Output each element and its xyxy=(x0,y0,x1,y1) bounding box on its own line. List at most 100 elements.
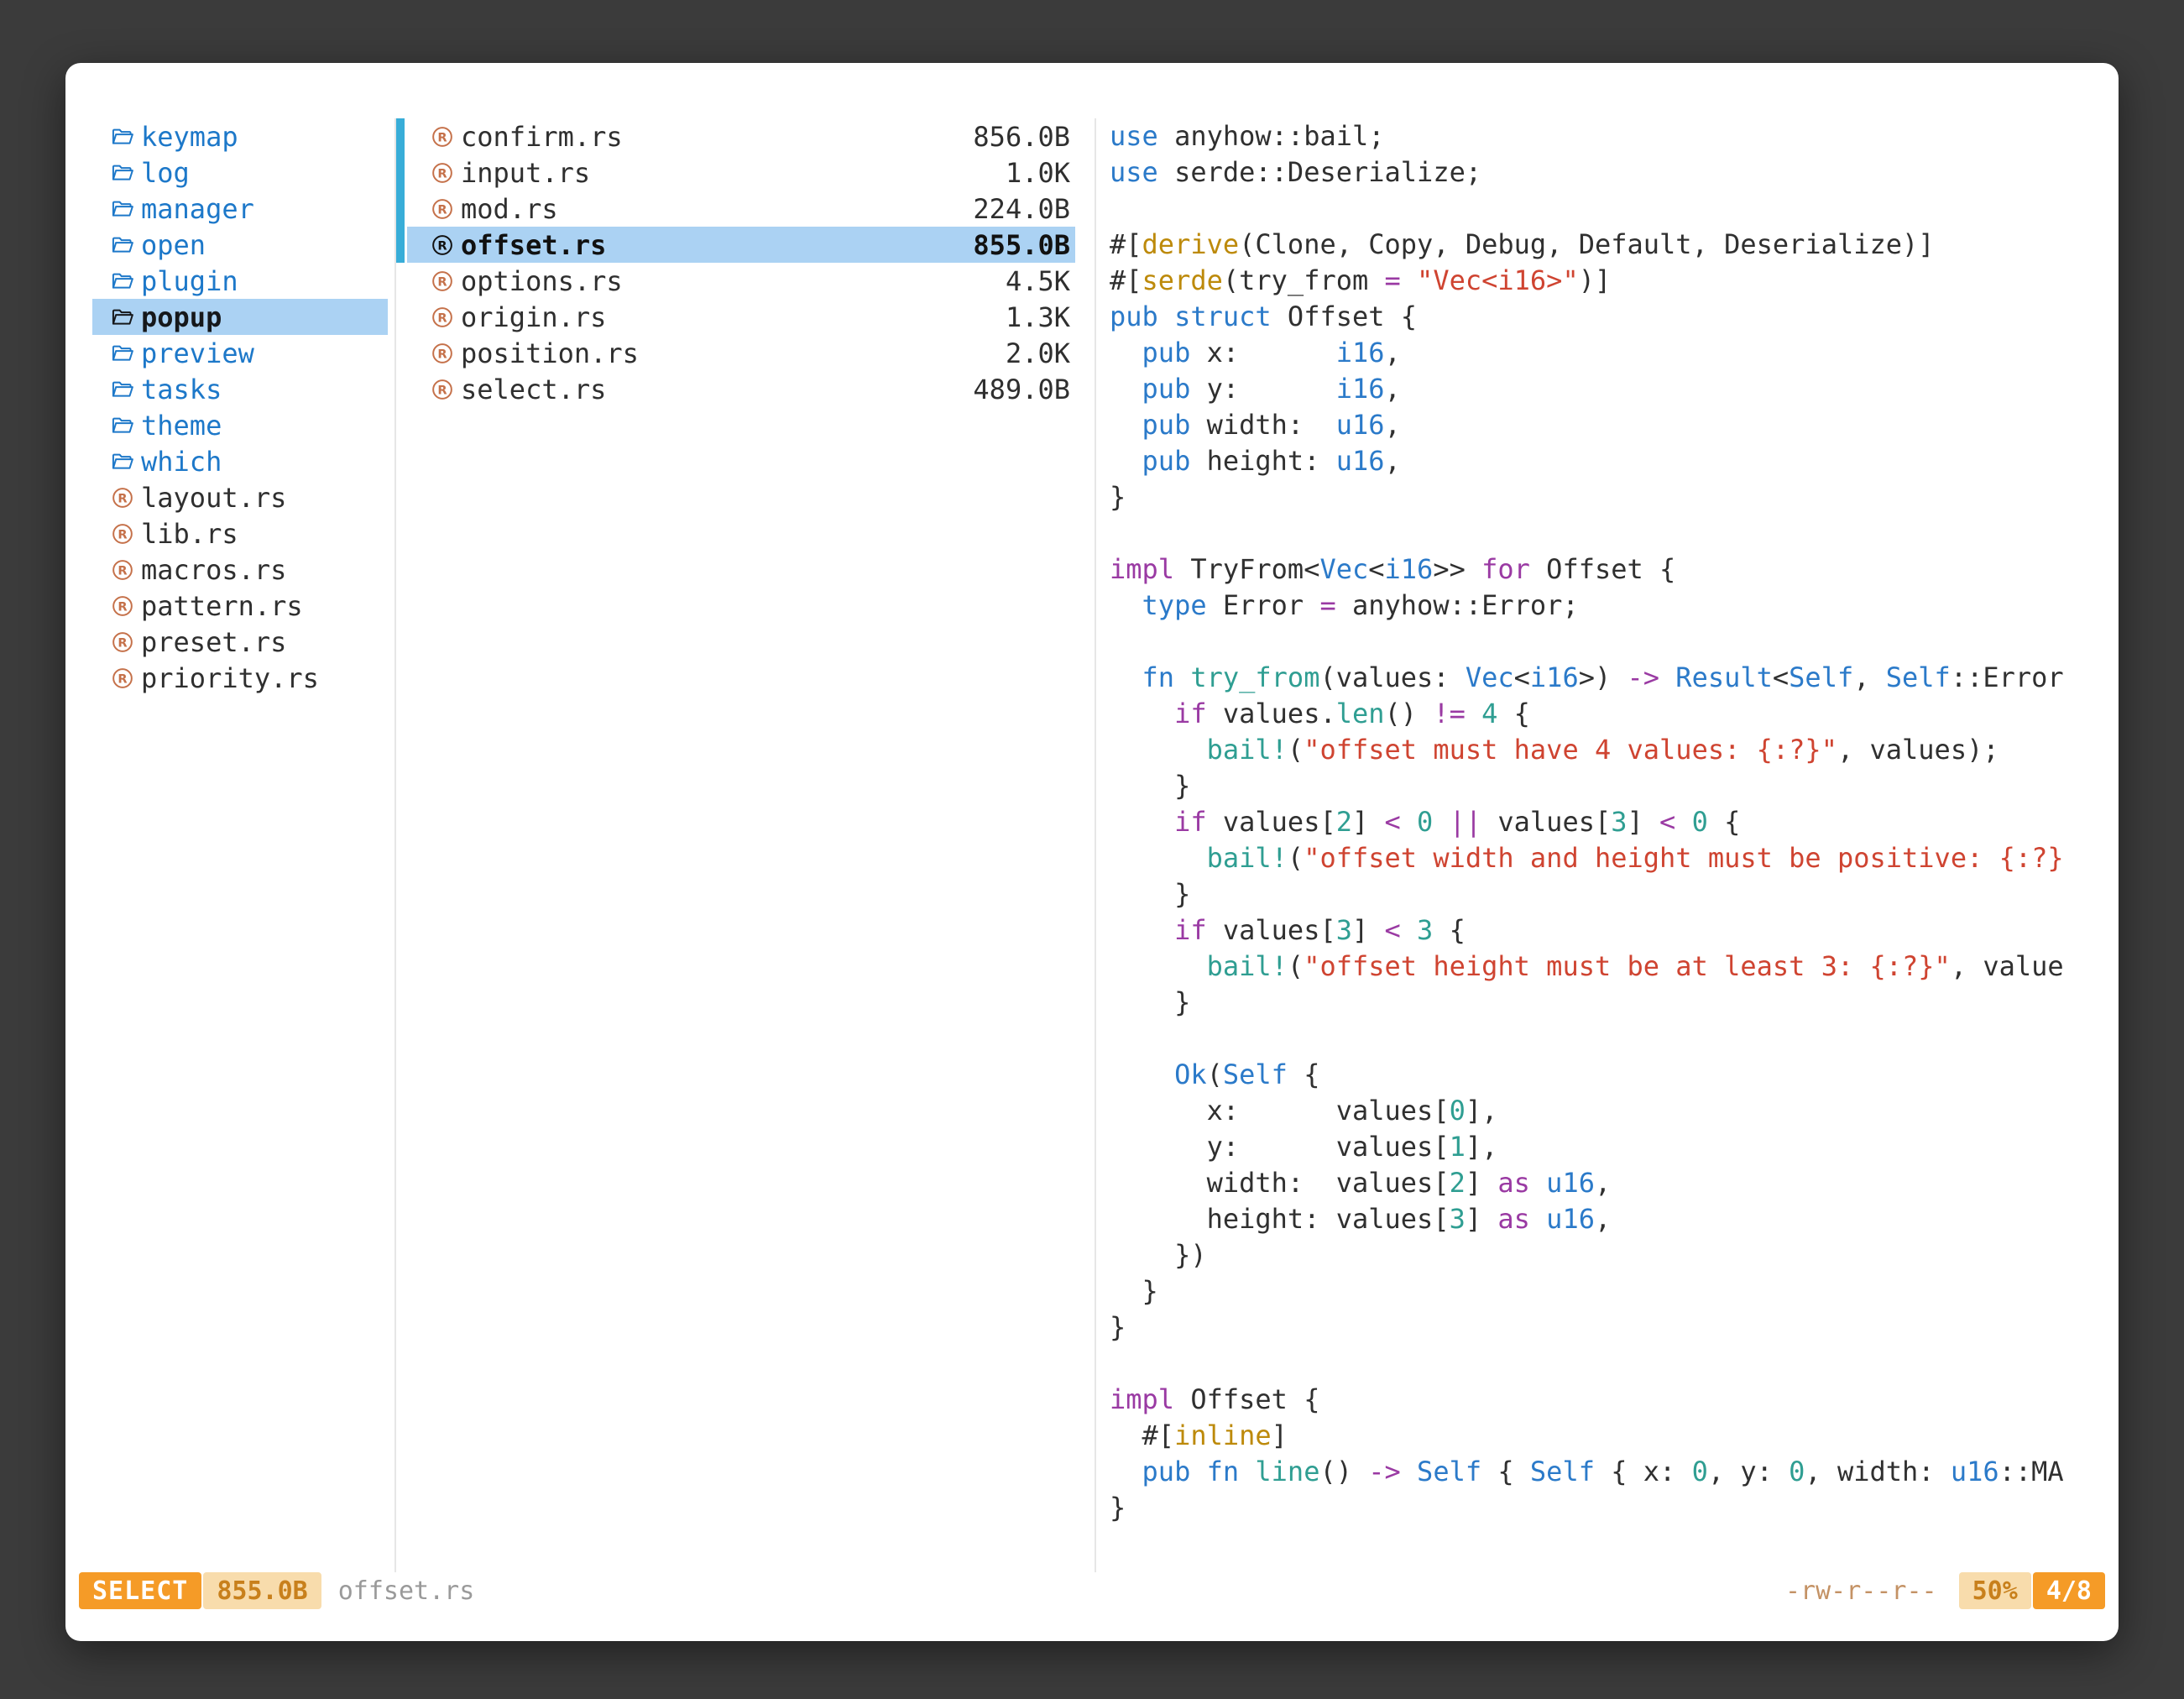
file-item-offset.rs[interactable]: Roffset.rs855.0B xyxy=(407,227,1075,263)
code-line: if values.len() != 4 { xyxy=(1110,696,2119,732)
folder-item-tasks[interactable]: tasks xyxy=(92,371,388,407)
mode-badge: SELECT xyxy=(79,1572,201,1609)
code-line: pub x: i16, xyxy=(1110,335,2119,371)
folder-item-popup[interactable]: popup xyxy=(92,299,388,335)
file-name: input.rs xyxy=(461,157,590,189)
folder-item-theme[interactable]: theme xyxy=(92,407,388,443)
file-size: 4.5K xyxy=(1006,265,1070,297)
file-item-options.rs[interactable]: Roptions.rs4.5K xyxy=(407,263,1075,299)
folder-item-open[interactable]: open xyxy=(92,227,388,263)
rust-file-icon: R xyxy=(111,630,134,654)
code-line: x: values[0], xyxy=(1110,1093,2119,1129)
file-item-origin.rs[interactable]: Rorigin.rs1.3K xyxy=(407,299,1075,335)
item-label: macros.rs xyxy=(141,554,286,586)
parent-directory-panel: keymaplogmanageropen plugin popup preview ta… xyxy=(65,118,394,1572)
item-label: theme xyxy=(141,410,222,442)
file-manager-window: keymaplogmanageropen plugin popup preview ta… xyxy=(65,63,2119,1641)
file-item-confirm.rs[interactable]: Rconfirm.rs856.0B xyxy=(407,118,1075,154)
svg-text:R: R xyxy=(118,599,127,614)
code-line: } xyxy=(1110,1273,2119,1310)
code-line: impl TryFrom<Vec<i16>> for Offset { xyxy=(1110,552,2119,588)
rust-file-icon: R xyxy=(431,125,454,149)
file-item-input.rs[interactable]: Rinput.rs1.0K xyxy=(407,154,1075,191)
folder-item-plugin[interactable]: plugin xyxy=(92,263,388,299)
code-line: #[inline] xyxy=(1110,1418,2119,1454)
item-label: open xyxy=(141,229,206,261)
folder-item-keymap[interactable]: keymap xyxy=(92,118,388,154)
code-line: pub y: i16, xyxy=(1110,371,2119,407)
folder-icon xyxy=(111,125,134,149)
folder-icon xyxy=(111,378,134,401)
file-item-mod.rs[interactable]: Rmod.rs224.0B xyxy=(407,191,1075,227)
code-line: pub height: u16, xyxy=(1110,443,2119,479)
cursor-position-badge: 4/8 xyxy=(2033,1572,2105,1609)
file-size: 1.3K xyxy=(1006,301,1070,333)
code-line: } xyxy=(1110,768,2119,804)
svg-text:R: R xyxy=(118,635,127,650)
folder-item-log[interactable]: log xyxy=(92,154,388,191)
file-item-layout.rs[interactable]: Rlayout.rs xyxy=(92,479,388,515)
status-filename: offset.rs xyxy=(338,1576,475,1606)
code-line: pub width: u16, xyxy=(1110,407,2119,443)
svg-text:R: R xyxy=(437,166,447,180)
code-line: if values[2] < 0 || values[3] < 0 { xyxy=(1110,804,2119,840)
folder-icon xyxy=(111,414,134,437)
file-name: position.rs xyxy=(461,337,639,369)
rust-file-icon: R xyxy=(431,197,454,221)
code-line xyxy=(1110,624,2119,660)
rust-file-icon: R xyxy=(431,342,454,365)
code-line: } xyxy=(1110,479,2119,515)
folder-icon xyxy=(111,233,134,257)
folder-icon xyxy=(111,342,134,365)
code-line: type Error = anyhow::Error; xyxy=(1110,588,2119,624)
svg-text:R: R xyxy=(118,672,127,686)
rust-file-icon: R xyxy=(431,306,454,329)
code-line: } xyxy=(1110,985,2119,1021)
rust-file-icon: R xyxy=(111,522,134,546)
file-name: confirm.rs xyxy=(461,121,623,153)
file-item-select.rs[interactable]: Rselect.rs489.0B xyxy=(407,371,1075,407)
scroll-percent-badge: 50% xyxy=(1959,1572,2031,1609)
item-label: preview xyxy=(141,337,254,369)
folder-item-manager[interactable]: manager xyxy=(92,191,388,227)
code-line: if values[3] < 3 { xyxy=(1110,912,2119,949)
file-item-position.rs[interactable]: Rposition.rs2.0K xyxy=(407,335,1075,371)
code-line: bail!("offset width and height must be p… xyxy=(1110,840,2119,876)
svg-text:R: R xyxy=(118,527,127,541)
code-line xyxy=(1110,1021,2119,1057)
svg-text:R: R xyxy=(437,202,447,217)
code-line: width: values[2] as u16, xyxy=(1110,1165,2119,1201)
file-permissions: -rw-r--r-- xyxy=(1785,1576,1937,1606)
folder-icon xyxy=(111,197,134,221)
folder-item-preview[interactable]: preview xyxy=(92,335,388,371)
code-line: bail!("offset height must be at least 3:… xyxy=(1110,949,2119,985)
rust-file-icon: R xyxy=(111,558,134,582)
code-line: } xyxy=(1110,876,2119,912)
rust-file-icon: R xyxy=(111,667,134,690)
rust-file-icon: R xyxy=(111,486,134,510)
folder-icon xyxy=(111,161,134,185)
code-line: } xyxy=(1110,1490,2119,1526)
code-line: Ok(Self { xyxy=(1110,1057,2119,1093)
file-name: options.rs xyxy=(461,265,623,297)
code-line: use anyhow::bail; xyxy=(1110,118,2119,154)
folder-item-which[interactable]: which xyxy=(92,443,388,479)
file-item-priority.rs[interactable]: Rpriority.rs xyxy=(92,660,388,696)
code-line: use serde::Deserialize; xyxy=(1110,154,2119,191)
code-line: height: values[3] as u16, xyxy=(1110,1201,2119,1237)
file-name: offset.rs xyxy=(461,229,606,261)
file-item-lib.rs[interactable]: Rlib.rs xyxy=(92,515,388,552)
rust-file-icon: R xyxy=(431,233,454,257)
code-line xyxy=(1110,1346,2119,1382)
item-label: popup xyxy=(141,301,222,333)
file-item-macros.rs[interactable]: Rmacros.rs xyxy=(92,552,388,588)
item-label: tasks xyxy=(141,374,222,405)
code-line: bail!("offset must have 4 values: {:?}",… xyxy=(1110,732,2119,768)
svg-text:R: R xyxy=(437,238,447,253)
file-item-preset.rs[interactable]: Rpreset.rs xyxy=(92,624,388,660)
file-name: select.rs xyxy=(461,374,606,405)
code-line: y: values[1], xyxy=(1110,1129,2119,1165)
item-label: plugin xyxy=(141,265,238,297)
file-item-pattern.rs[interactable]: Rpattern.rs xyxy=(92,588,388,624)
folder-icon xyxy=(111,306,134,329)
